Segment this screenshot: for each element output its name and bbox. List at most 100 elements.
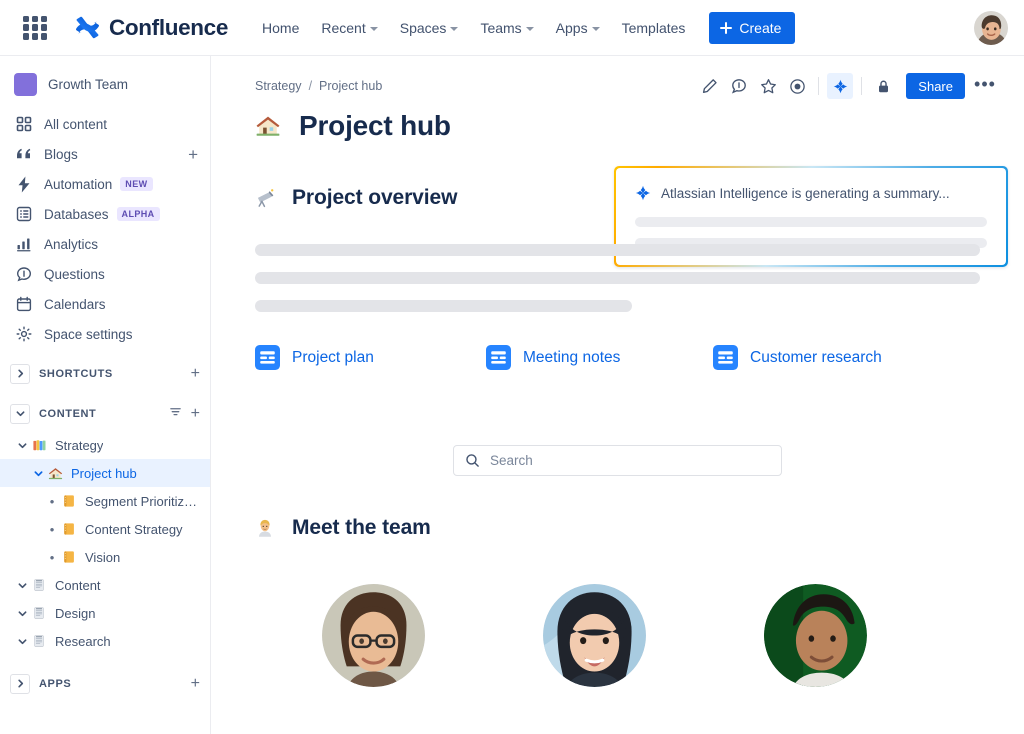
nav-link-teams[interactable]: Teams — [470, 13, 543, 43]
user-profile-avatar[interactable] — [974, 10, 1008, 45]
nav-link-recent[interactable]: Recent — [311, 13, 387, 43]
nav-link-spaces-label: Spaces — [399, 19, 447, 36]
tree-item-segment-prioritization[interactable]: • Segment Prioritization — [0, 487, 210, 515]
breadcrumb-current[interactable]: Project hub — [319, 79, 382, 93]
tree-item-project-hub-label: Project hub — [71, 465, 137, 481]
nav-link-templates[interactable]: Templates — [612, 13, 696, 43]
databases-badge: ALPHA — [116, 207, 160, 221]
body-skeleton-line — [255, 272, 980, 284]
add-app-button[interactable]: + — [191, 675, 200, 692]
sidebar-item-calendars[interactable]: Calendars — [0, 289, 210, 319]
lock-icon[interactable] — [870, 73, 896, 99]
comment-icon[interactable] — [726, 73, 752, 99]
sidebar-item-space-settings[interactable]: Space settings — [0, 319, 210, 349]
more-actions-button[interactable]: ••• — [972, 73, 998, 99]
section-heading-text: Project overview — [292, 186, 458, 209]
search-box[interactable] — [453, 445, 782, 476]
content-tree: Strategy Project hub • Segment Prioritiz… — [0, 431, 210, 655]
chevron-right-icon[interactable] — [10, 673, 30, 694]
sidebar-item-all-content[interactable]: All content — [0, 109, 210, 139]
create-button[interactable]: Create — [709, 11, 796, 44]
app-switcher-icon[interactable] — [22, 15, 48, 41]
team-member[interactable] — [484, 584, 705, 687]
section-apps[interactable]: APPS + — [0, 668, 210, 699]
add-content-button[interactable]: + — [191, 405, 200, 422]
primary-nav-links: Home Recent Spaces Teams Apps Templates — [252, 13, 695, 43]
filter-icon[interactable] — [169, 405, 182, 422]
nav-link-home-label: Home — [262, 19, 300, 36]
chevron-down-icon[interactable] — [30, 469, 46, 478]
search-row — [255, 445, 980, 476]
analytics-bars-icon — [14, 235, 33, 254]
link-card-meeting-notes-label: Meeting notes — [523, 348, 621, 366]
add-shortcut-button[interactable]: + — [191, 365, 200, 382]
sidebar-item-blogs[interactable]: Blogs + — [0, 139, 210, 169]
share-button[interactable]: Share — [906, 73, 965, 99]
tree-item-project-hub[interactable]: Project hub — [0, 459, 210, 487]
team-member[interactable] — [263, 584, 484, 687]
sidebar-item-automation[interactable]: Automation NEW — [0, 169, 210, 199]
body-skeleton-group — [255, 244, 980, 312]
link-card-project-plan[interactable]: Project plan — [255, 345, 486, 370]
chevron-right-icon[interactable] — [10, 363, 30, 384]
chevron-down-icon[interactable] — [14, 609, 30, 618]
tree-item-research[interactable]: Research — [0, 627, 210, 655]
nav-link-apps[interactable]: Apps — [546, 13, 610, 43]
section-content[interactable]: CONTENT + — [0, 398, 210, 429]
team-avatar-3 — [764, 584, 867, 687]
brand-name: Confluence — [109, 14, 229, 40]
chevron-down-icon[interactable] — [14, 441, 30, 450]
chevron-down-icon[interactable] — [14, 637, 30, 646]
space-name: Growth Team — [48, 77, 129, 92]
tree-item-design[interactable]: Design — [0, 599, 210, 627]
tree-item-content[interactable]: Content — [0, 571, 210, 599]
space-sidebar: Growth Team All content Blogs + Automati… — [0, 56, 211, 734]
tree-item-research-label: Research — [55, 633, 111, 649]
body-skeleton-line — [255, 244, 980, 256]
nav-link-spaces[interactable]: Spaces — [390, 13, 469, 43]
create-button-label: Create — [739, 19, 782, 36]
atlassian-intelligence-icon[interactable] — [827, 73, 854, 99]
section-shortcuts[interactable]: SHORTCUTS + — [0, 358, 210, 389]
edit-pencil-icon[interactable] — [697, 73, 723, 99]
link-card-customer-research[interactable]: Customer research — [713, 345, 882, 370]
tree-item-vision[interactable]: • Vision — [0, 543, 210, 571]
house-emoji-icon[interactable] — [255, 113, 285, 139]
chevron-down-icon[interactable] — [14, 581, 30, 590]
link-card-meeting-notes[interactable]: Meeting notes — [486, 345, 713, 370]
watch-eye-icon[interactable] — [784, 73, 810, 99]
page-blue-icon — [255, 345, 280, 370]
breadcrumb: Strategy / Project hub — [255, 79, 382, 93]
space-header[interactable]: Growth Team — [0, 68, 210, 101]
page-title-text: Project hub — [299, 110, 451, 141]
body-skeleton-line — [255, 300, 632, 312]
questions-chat-icon — [14, 265, 33, 284]
star-icon[interactable] — [755, 73, 781, 99]
house-emoji-icon — [46, 466, 64, 481]
search-icon — [466, 454, 479, 467]
sidebar-item-blogs-label: Blogs — [44, 146, 78, 162]
confluence-brand-logo[interactable]: Confluence — [75, 15, 228, 41]
quick-links-row: Project plan Meeting notes Customer rese… — [255, 345, 980, 370]
search-input[interactable] — [490, 453, 770, 468]
breadcrumb-space[interactable]: Strategy — [255, 79, 302, 93]
tree-item-vision-label: Vision — [85, 549, 121, 565]
team-heading-text: Meet the team — [292, 516, 431, 539]
notebook-emoji-icon — [60, 522, 78, 536]
tree-item-content-strategy[interactable]: • Content Strategy — [0, 515, 210, 543]
section-shortcuts-title: SHORTCUTS — [39, 367, 113, 380]
page-emoji-icon — [30, 606, 48, 620]
automation-badge: NEW — [120, 177, 153, 191]
add-blog-button[interactable]: + — [186, 146, 200, 163]
team-member[interactable] — [705, 584, 926, 687]
sidebar-item-databases[interactable]: Databases ALPHA — [0, 199, 210, 229]
section-content-title: CONTENT — [39, 407, 97, 420]
chevron-down-icon[interactable] — [10, 403, 30, 424]
sidebar-item-analytics[interactable]: Analytics — [0, 229, 210, 259]
tree-item-content-label: Content — [55, 577, 101, 593]
toolbar-divider — [861, 77, 863, 95]
tree-item-strategy[interactable]: Strategy — [0, 431, 210, 459]
nav-link-home[interactable]: Home — [252, 13, 309, 43]
sidebar-item-questions[interactable]: Questions — [0, 259, 210, 289]
link-card-project-plan-label: Project plan — [292, 348, 374, 366]
